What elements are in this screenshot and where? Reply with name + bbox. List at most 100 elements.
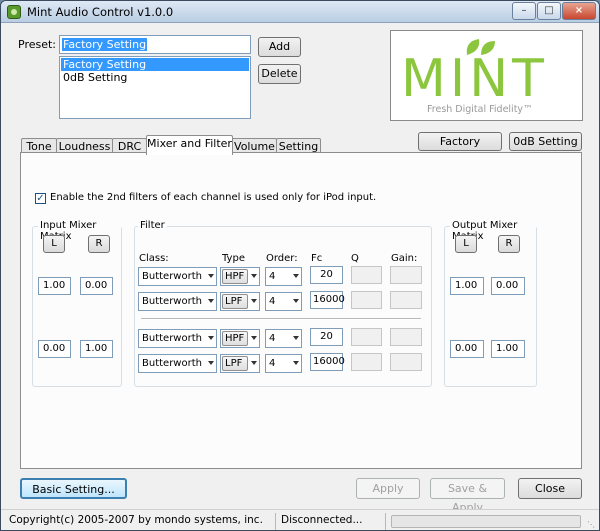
output-r-button[interactable]: R (498, 235, 520, 253)
order-value: 4 (269, 271, 276, 282)
filter-group: Filter Class: Type Order: Fc Q Gain: But… (134, 220, 432, 387)
q-input (351, 266, 382, 284)
class-value: Butterworth (142, 271, 202, 282)
output-matrix-cell[interactable]: 1.00 (450, 277, 484, 295)
type-value: HPF (222, 269, 248, 284)
order-select[interactable]: 4 (265, 267, 302, 286)
status-bar: Copyright(c) 2005-2007 by mondo systems,… (1, 509, 599, 530)
class-value: Butterworth (142, 358, 202, 369)
type-select[interactable]: HPF (220, 329, 260, 348)
gain-input (390, 291, 422, 309)
preset-label: Preset: (18, 38, 57, 51)
input-matrix-cell[interactable]: 1.00 (38, 277, 71, 295)
preset-input[interactable]: Factory Setting (59, 35, 251, 54)
class-select[interactable]: Butterworth (138, 292, 217, 311)
output-mixer-group: Output Mixer Matrix L R 1.00 0.00 0.00 1… (444, 220, 537, 387)
input-matrix-cell[interactable]: 0.00 (38, 340, 71, 358)
logo-text: MINT (401, 49, 548, 109)
list-item[interactable]: 0dB Setting (61, 71, 249, 84)
class-select[interactable]: Butterworth (138, 267, 217, 286)
connection-status: Disconnected... (281, 514, 363, 526)
mixer-filter-panel: ✓ Enable the 2nd filters of each channel… (20, 152, 582, 469)
status-separator (275, 513, 276, 530)
class-value: Butterworth (142, 296, 202, 307)
basic-setting-button[interactable]: Basic Setting... (20, 478, 127, 499)
ipod-checkbox-label: Enable the 2nd filters of each channel i… (50, 192, 377, 203)
order-select[interactable]: 4 (265, 329, 302, 348)
type-select[interactable]: LPF (220, 292, 260, 311)
apply-button[interactable]: Apply (356, 478, 420, 499)
zero-db-setting-button[interactable]: 0dB Setting (509, 132, 582, 151)
class-value: Butterworth (142, 333, 202, 344)
dropdown-arrow-icon (208, 274, 214, 278)
type-select[interactable]: HPF (220, 267, 260, 286)
order-select[interactable]: 4 (265, 354, 302, 373)
dropdown-arrow-icon (293, 361, 299, 365)
preset-list[interactable]: Factory Setting 0dB Setting (59, 56, 251, 119)
dropdown-arrow-icon (208, 336, 214, 340)
gain-header: Gain: (391, 253, 418, 264)
input-r-button[interactable]: R (88, 235, 110, 253)
order-value: 4 (269, 358, 276, 369)
mint-logo: MINT Fresh Digital Fidelity™ (390, 30, 583, 121)
fc-input[interactable]: 16000 (310, 353, 345, 371)
output-matrix-cell[interactable]: 1.00 (491, 340, 525, 358)
progress-bar (391, 515, 581, 528)
close-button[interactable]: Close (518, 478, 582, 499)
close-icon[interactable]: × (562, 2, 596, 20)
minimize-icon[interactable]: – (512, 2, 536, 20)
dropdown-arrow-icon (293, 336, 299, 340)
dropdown-arrow-icon (293, 274, 299, 278)
order-value: 4 (269, 333, 276, 344)
add-button[interactable]: Add (258, 37, 301, 57)
fc-input[interactable]: 16000 (310, 291, 345, 309)
class-select[interactable]: Butterworth (138, 354, 217, 373)
type-value: HPF (222, 331, 248, 346)
ipod-checkbox[interactable]: ✓ (35, 193, 46, 204)
type-select[interactable]: LPF (220, 354, 260, 373)
dropdown-arrow-icon (208, 361, 214, 365)
dropdown-arrow-icon (251, 299, 257, 303)
input-matrix-cell[interactable]: 0.00 (80, 277, 113, 295)
type-value: LPF (222, 356, 248, 371)
maximize-icon[interactable]: □ (537, 2, 561, 20)
output-matrix-cell[interactable]: 0.00 (450, 340, 484, 358)
filter-title: Filter (138, 220, 167, 231)
factory-setting-button[interactable]: Factory Setting (418, 132, 502, 165)
output-l-button[interactable]: L (455, 235, 477, 253)
q-header: Q (351, 253, 359, 264)
list-item[interactable]: Factory Setting (61, 58, 249, 71)
q-input (351, 353, 382, 371)
save-apply-button[interactable]: Save & Apply (430, 478, 505, 514)
main-window: Mint Audio Control v1.0.0 – □ × Preset: … (0, 0, 600, 531)
input-matrix-cell[interactable]: 1.00 (80, 340, 113, 358)
fc-input[interactable]: 20 (310, 328, 343, 346)
type-value: LPF (222, 294, 248, 309)
dropdown-arrow-icon (208, 299, 214, 303)
dropdown-arrow-icon (251, 336, 257, 340)
filter-divider (141, 318, 421, 320)
dropdown-arrow-icon (251, 361, 257, 365)
class-select[interactable]: Butterworth (138, 329, 217, 348)
order-header: Order: (266, 253, 298, 264)
gain-input (390, 353, 422, 371)
order-select[interactable]: 4 (265, 292, 302, 311)
window-title: Mint Audio Control v1.0.0 (27, 5, 174, 19)
status-separator (385, 513, 386, 530)
q-input (351, 291, 382, 309)
delete-button[interactable]: Delete (258, 64, 301, 84)
tab-mixer-and-filter[interactable]: Mixer and Filter (146, 135, 233, 155)
dropdown-arrow-icon (293, 299, 299, 303)
resize-grip-icon[interactable]: ⋱ (587, 520, 595, 529)
fc-input[interactable]: 20 (310, 266, 343, 284)
fc-header: Fc (311, 253, 323, 264)
title-bar[interactable]: Mint Audio Control v1.0.0 – □ × (1, 1, 599, 23)
order-value: 4 (269, 296, 276, 307)
output-matrix-cell[interactable]: 0.00 (491, 277, 525, 295)
input-mixer-group: Input Mixer Matrix L R 1.00 0.00 0.00 1.… (32, 220, 122, 387)
logo-tagline: Fresh Digital Fidelity™ (427, 104, 533, 115)
dropdown-arrow-icon (251, 274, 257, 278)
input-l-button[interactable]: L (43, 235, 65, 253)
copyright-text: Copyright(c) 2005-2007 by mondo systems,… (9, 514, 263, 526)
class-header: Class: (139, 253, 169, 264)
